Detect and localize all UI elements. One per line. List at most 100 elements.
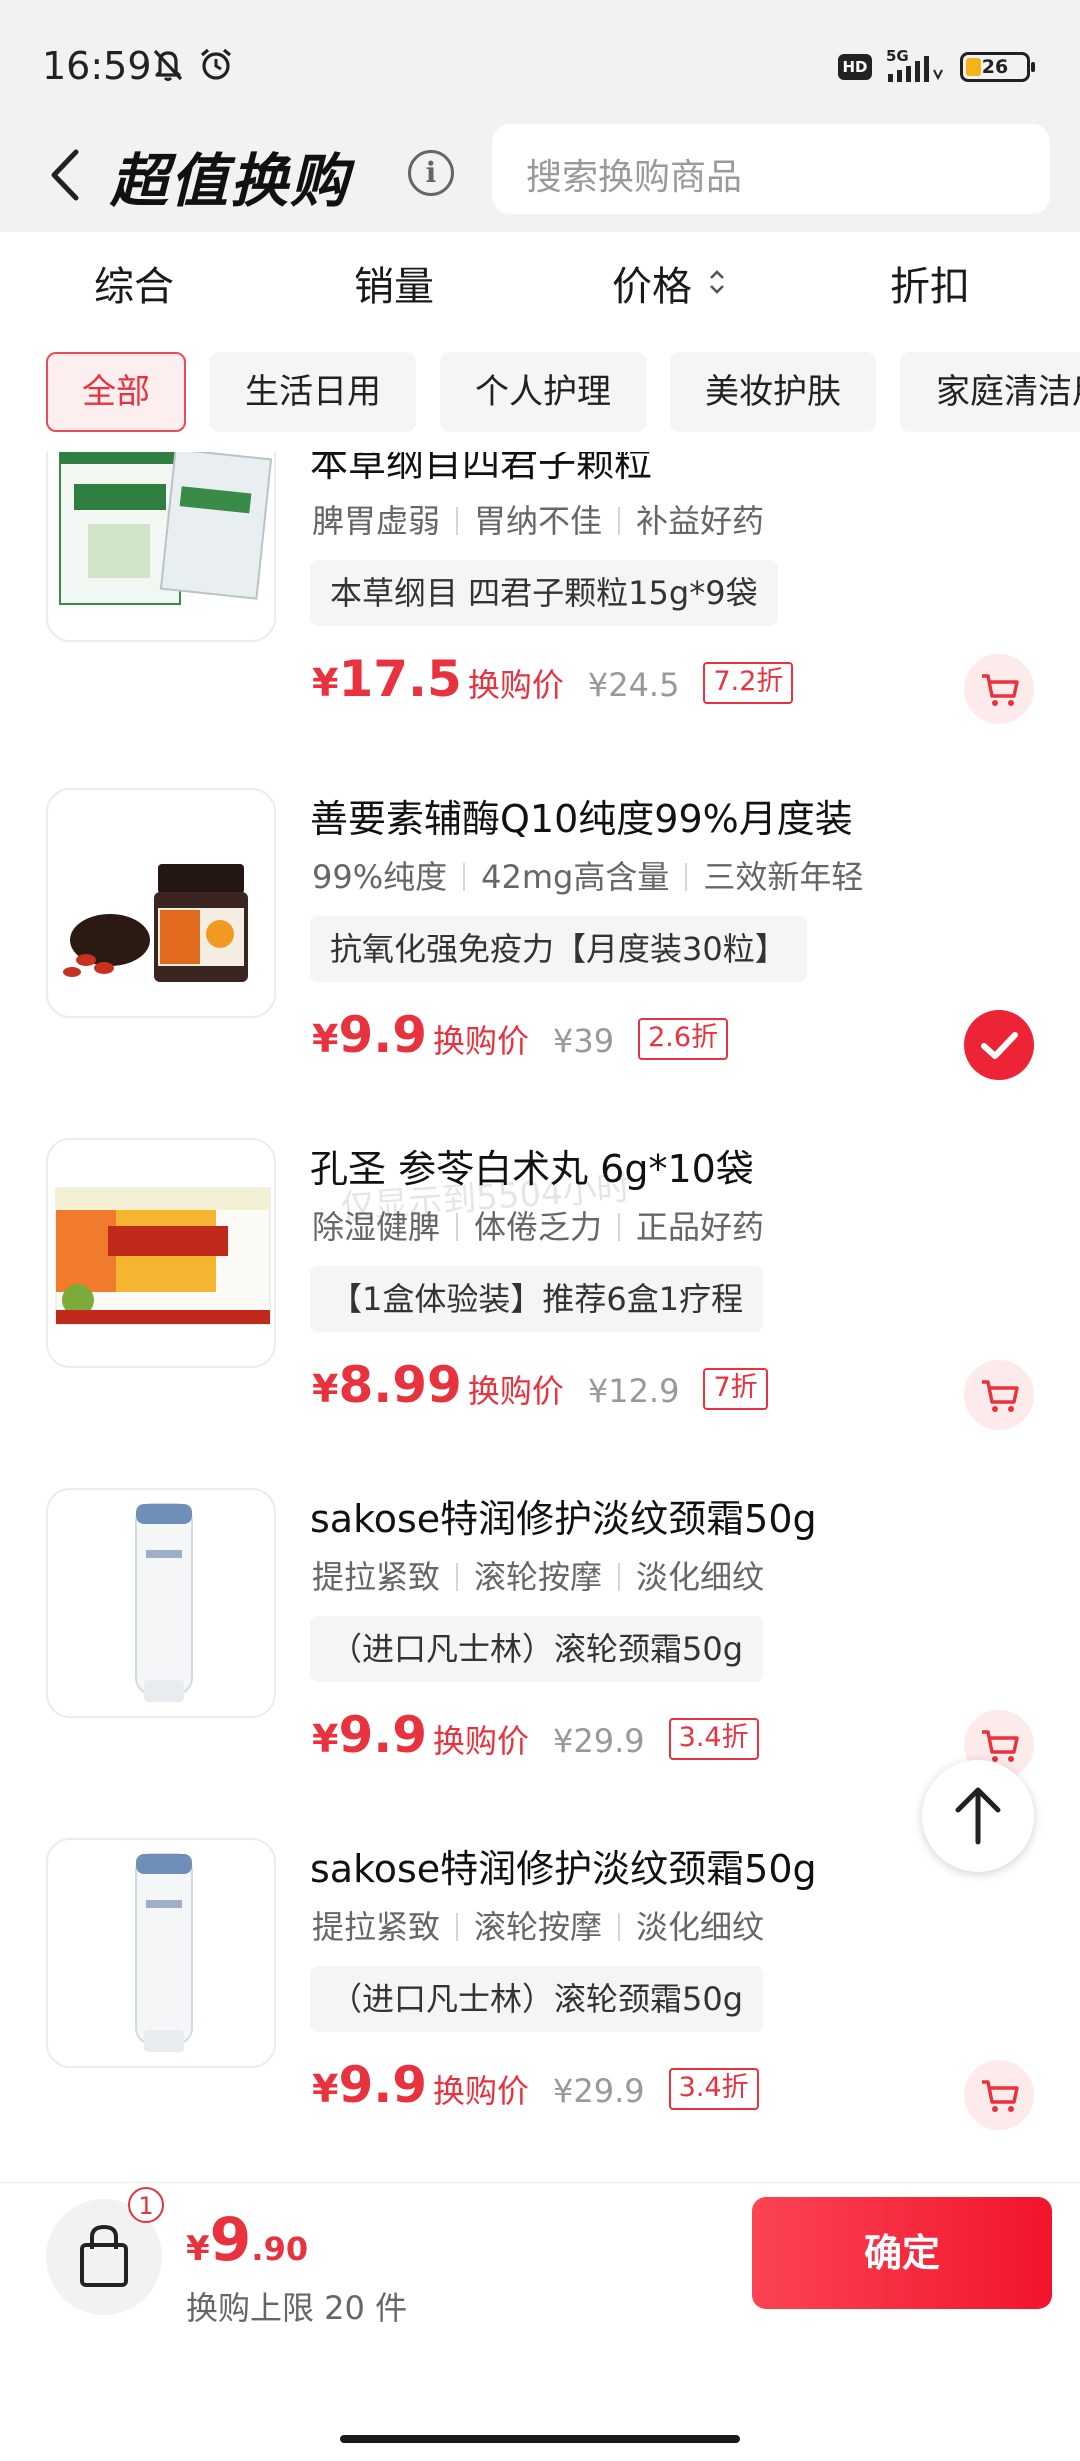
product-tag: 三效新年轻 bbox=[703, 858, 864, 896]
product-price-row: ¥9.9 换购价 ¥29.9 3.4折 bbox=[312, 1706, 759, 1764]
discount-badge: 7折 bbox=[703, 1368, 768, 1410]
product-image bbox=[46, 452, 276, 642]
product-tag: 补益好药 bbox=[636, 502, 765, 540]
product-tags: 99%纯度 42mg高含量 三效新年轻 bbox=[312, 852, 863, 898]
price-currency: ¥ bbox=[312, 1017, 339, 1061]
total-int: 9 bbox=[209, 2205, 252, 2275]
home-indicator[interactable] bbox=[340, 2435, 740, 2443]
product-tag: 胃纳不佳 bbox=[474, 502, 603, 540]
page-title: 超值换购 bbox=[110, 147, 351, 215]
product-image bbox=[46, 1838, 276, 2068]
category-chip-cleaning[interactable]: 家庭清洁用品 bbox=[900, 352, 1080, 432]
nav-header: 超值换购 i 搜索换购商品 bbox=[0, 124, 1080, 232]
cart-icon bbox=[982, 1380, 1019, 1412]
back-arrow-icon[interactable] bbox=[40, 142, 100, 208]
product-spec: （进口凡士林）滚轮颈霜50g bbox=[310, 1616, 764, 1682]
price-label: 换购价 bbox=[433, 1722, 530, 1760]
product-item[interactable]: 善要素辅酶Q10纯度99%月度装 99%纯度 42mg高含量 三效新年轻 抗氧化强免… bbox=[0, 788, 1080, 1138]
product-price: 9.9 bbox=[338, 1706, 428, 1764]
product-price-row: ¥9.9 换购价 ¥29.9 3.4折 bbox=[312, 2056, 759, 2114]
product-tag: 99%纯度 bbox=[312, 858, 448, 896]
total-price: ¥9.90 bbox=[186, 2205, 308, 2275]
product-tag: 正品好药 bbox=[636, 1208, 765, 1246]
product-name: 善要素辅酶Q10纯度99%月度装 bbox=[310, 797, 853, 841]
product-name: sakose特润修护淡纹颈霜50g bbox=[310, 1497, 817, 1541]
product-tags: 提拉紧致 滚轮按摩 淡化细纹 bbox=[312, 1902, 764, 1948]
category-chip-daily[interactable]: 生活日用 bbox=[210, 352, 416, 432]
product-price: 9.9 bbox=[338, 1006, 428, 1064]
product-image bbox=[46, 1488, 276, 1718]
price-label: 换购价 bbox=[433, 1022, 530, 1060]
sort-tab-sales[interactable]: 销量 bbox=[354, 254, 434, 312]
original-price: ¥12.9 bbox=[587, 1372, 680, 1410]
add-to-cart-button[interactable] bbox=[964, 654, 1034, 724]
price-currency: ¥ bbox=[312, 661, 339, 705]
product-tag: 提拉紧致 bbox=[312, 1908, 441, 1946]
add-to-cart-button[interactable] bbox=[964, 2060, 1034, 2130]
product-name: sakose特润修护淡纹颈霜50g bbox=[310, 1847, 817, 1891]
product-price-row: ¥17.5 换购价 ¥24.5 7.2折 bbox=[312, 650, 794, 708]
sort-tab-comprehensive[interactable]: 综合 bbox=[94, 254, 174, 312]
back-to-top-button[interactable] bbox=[922, 1760, 1034, 1872]
original-price: ¥24.5 bbox=[587, 666, 680, 704]
check-icon bbox=[981, 1032, 1018, 1059]
product-spec: （进口凡士林）滚轮颈霜50g bbox=[310, 1966, 764, 2032]
original-price: ¥29.9 bbox=[553, 2072, 645, 2110]
category-chip-personal-care[interactable]: 个人护理 bbox=[440, 352, 646, 432]
search-input[interactable]: 搜索换购商品 bbox=[492, 124, 1050, 214]
product-spec: 抗氧化强免疫力【月度装30粒】 bbox=[310, 916, 807, 982]
signal-icon: 5G bbox=[886, 48, 943, 82]
category-chip-beauty[interactable]: 美妆护肤 bbox=[670, 352, 876, 432]
discount-badge: 3.4折 bbox=[668, 1718, 759, 1760]
cart-icon bbox=[982, 2080, 1019, 2112]
arrow-up-icon bbox=[955, 1787, 1001, 1845]
sort-tab-discount[interactable]: 折扣 bbox=[890, 254, 970, 312]
selected-check-button[interactable] bbox=[964, 1010, 1034, 1080]
original-price: ¥39 bbox=[553, 1022, 615, 1060]
product-tag: 42mg高含量 bbox=[481, 858, 670, 896]
price-label: 换购价 bbox=[433, 2072, 530, 2110]
product-price-row: ¥8.99 换购价 ¥12.9 7折 bbox=[312, 1356, 768, 1414]
product-tags: 脾胃虚弱 胃纳不佳 补益好药 bbox=[312, 496, 764, 542]
battery-nub bbox=[1031, 62, 1035, 72]
product-price-row: ¥9.9 换购价 ¥39 2.6折 bbox=[312, 1006, 729, 1064]
top-area: 16:59 HD 5G 26 超值换购 i 搜索换购商品 bbox=[0, 0, 1080, 232]
purchase-limit: 换购上限 20 件 bbox=[186, 2289, 408, 2327]
product-spec: 【1盒体验装】推荐6盒1疗程 bbox=[310, 1266, 764, 1332]
product-tag: 滚轮按摩 bbox=[474, 1908, 603, 1946]
product-list: 本草纲目四君子颗粒 脾胃虚弱 胃纳不佳 补益好药 本草纲目 四君子颗粒15g*9袋 … bbox=[0, 452, 1080, 2182]
alarm-clock-icon bbox=[200, 48, 232, 80]
product-item[interactable]: sakose特润修护淡纹颈霜50g 提拉紧致 滚轮按摩 淡化细纹 （进口凡士林）滚轮… bbox=[0, 1838, 1080, 2182]
status-time: 16:59 bbox=[42, 44, 152, 88]
product-name: 本草纲目四君子颗粒 bbox=[310, 452, 653, 485]
confirm-button[interactable]: 确定 bbox=[752, 2197, 1052, 2309]
discount-badge: 7.2折 bbox=[703, 662, 794, 704]
product-image bbox=[46, 1138, 276, 1368]
bag-count-badge: 1 bbox=[128, 2187, 164, 2223]
original-price: ¥29.9 bbox=[553, 1722, 645, 1760]
total-currency: ¥ bbox=[186, 2229, 210, 2269]
cart-icon bbox=[982, 674, 1019, 706]
battery-icon: 26 bbox=[960, 52, 1035, 82]
product-tag: 脾胃虚弱 bbox=[312, 502, 441, 540]
sort-arrows-icon[interactable] bbox=[707, 264, 727, 300]
price-label: 换购价 bbox=[467, 1372, 564, 1410]
search-placeholder: 搜索换购商品 bbox=[526, 157, 743, 198]
status-bar: 16:59 HD 5G 26 bbox=[0, 0, 1080, 130]
product-tags: 提拉紧致 滚轮按摩 淡化细纹 bbox=[312, 1552, 764, 1598]
product-item[interactable]: sakose特润修护淡纹颈霜50g 提拉紧致 滚轮按摩 淡化细纹 （进口凡士林）滚轮… bbox=[0, 1488, 1080, 1838]
price-currency: ¥ bbox=[312, 2067, 339, 2111]
category-chip-all[interactable]: 全部 bbox=[46, 352, 186, 432]
add-to-cart-button[interactable] bbox=[964, 1360, 1034, 1430]
info-icon[interactable]: i bbox=[408, 150, 454, 196]
product-tag: 滚轮按摩 bbox=[474, 1558, 603, 1596]
battery-level: 26 bbox=[981, 56, 1009, 78]
bottom-bar: 1 ¥9.90 换购上限 20 件 确定 bbox=[0, 2182, 1080, 2461]
category-bar: 全部 生活日用 个人护理 美妆护肤 家庭清洁用品 bbox=[0, 332, 1080, 452]
discount-badge: 2.6折 bbox=[638, 1018, 729, 1060]
price-label: 换购价 bbox=[467, 666, 564, 704]
product-tag: 淡化细纹 bbox=[636, 1558, 765, 1596]
product-item[interactable]: 本草纲目四君子颗粒 脾胃虚弱 胃纳不佳 补益好药 本草纲目 四君子颗粒15g*9袋 … bbox=[0, 452, 1080, 782]
sort-bar: 综合 销量 价格 折扣 bbox=[0, 232, 1080, 332]
sort-tab-price[interactable]: 价格 bbox=[612, 254, 692, 312]
